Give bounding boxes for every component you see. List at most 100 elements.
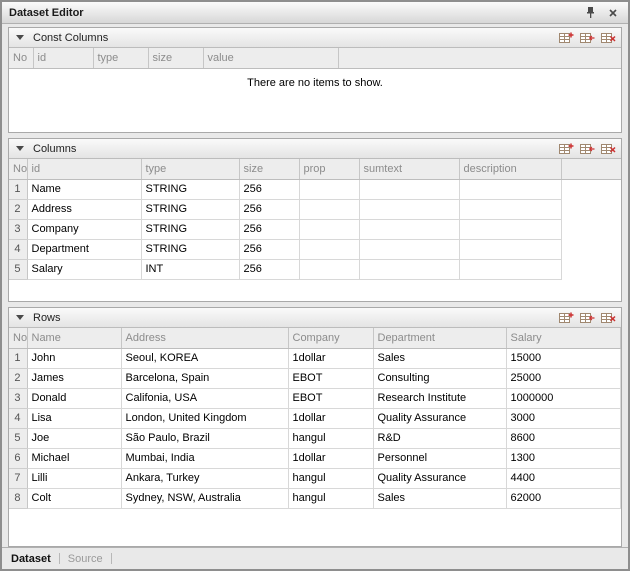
row-number-cell[interactable]: 5 (9, 259, 27, 279)
cell[interactable]: Barcelona, Spain (121, 368, 288, 388)
cell[interactable] (299, 219, 359, 239)
cell[interactable] (359, 239, 459, 259)
column-header-department[interactable]: Department (373, 328, 506, 348)
row-number-cell[interactable]: 8 (9, 488, 27, 508)
table-row[interactable]: 1JohnSeoul, KOREA1dollarSales15000 (9, 348, 621, 368)
row-number-cell[interactable]: 1 (9, 348, 27, 368)
titlebar[interactable]: Dataset Editor (2, 2, 628, 24)
cell[interactable]: Mumbai, India (121, 448, 288, 468)
cell[interactable]: Joe (27, 428, 121, 448)
cell[interactable]: Quality Assurance (373, 408, 506, 428)
cell[interactable] (459, 219, 561, 239)
cell[interactable] (299, 259, 359, 279)
column-header-salary[interactable]: Salary (506, 328, 621, 348)
column-header-no[interactable]: No (9, 48, 33, 68)
insert-row-icon[interactable] (578, 30, 596, 46)
cell[interactable]: STRING (141, 179, 239, 199)
column-header-no[interactable]: No (9, 328, 27, 348)
cell[interactable]: James (27, 368, 121, 388)
cell[interactable]: Address (27, 199, 141, 219)
cell[interactable]: Califonia, USA (121, 388, 288, 408)
table-row[interactable]: 2JamesBarcelona, SpainEBOTConsulting2500… (9, 368, 621, 388)
cell[interactable]: 1300 (506, 448, 621, 468)
cell[interactable]: Personnel (373, 448, 506, 468)
cell[interactable]: INT (141, 259, 239, 279)
cell[interactable]: London, United Kingdom (121, 408, 288, 428)
cell[interactable]: 15000 (506, 348, 621, 368)
column-header-address[interactable]: Address (121, 328, 288, 348)
cell[interactable]: hangul (288, 468, 373, 488)
cell[interactable]: Consulting (373, 368, 506, 388)
add-row-icon[interactable] (557, 30, 575, 46)
cell[interactable]: Ankara, Turkey (121, 468, 288, 488)
row-number-cell[interactable]: 6 (9, 448, 27, 468)
cell[interactable]: Lisa (27, 408, 121, 428)
cell[interactable] (459, 179, 561, 199)
cell[interactable]: Company (27, 219, 141, 239)
close-icon[interactable] (605, 5, 621, 20)
cell[interactable]: São Paulo, Brazil (121, 428, 288, 448)
cell[interactable]: Sales (373, 488, 506, 508)
row-number-cell[interactable]: 5 (9, 428, 27, 448)
cell[interactable]: EBOT (288, 388, 373, 408)
column-header-type[interactable]: type (93, 48, 148, 68)
cell[interactable]: 25000 (506, 368, 621, 388)
cell[interactable]: 256 (239, 219, 299, 239)
cell[interactable]: 1dollar (288, 408, 373, 428)
cell[interactable]: 1dollar (288, 348, 373, 368)
cell[interactable] (299, 179, 359, 199)
insert-row-icon[interactable] (578, 141, 596, 157)
cell[interactable]: 4400 (506, 468, 621, 488)
chevron-down-icon[interactable] (13, 31, 27, 45)
insert-row-icon[interactable] (578, 310, 596, 326)
cell[interactable] (359, 179, 459, 199)
tab-dataset[interactable]: Dataset (11, 553, 51, 565)
cell[interactable] (459, 199, 561, 219)
column-header-prop[interactable]: prop (299, 159, 359, 179)
table-row[interactable]: 3DonaldCalifonia, USAEBOTResearch Instit… (9, 388, 621, 408)
table-row[interactable]: 1NameSTRING256 (9, 179, 621, 199)
column-header-value[interactable]: value (203, 48, 338, 68)
table-row[interactable]: 4LisaLondon, United Kingdom1dollarQualit… (9, 408, 621, 428)
row-number-cell[interactable]: 1 (9, 179, 27, 199)
column-header-size[interactable]: size (239, 159, 299, 179)
section-header-rows[interactable]: Rows (9, 308, 621, 328)
cell[interactable] (299, 199, 359, 219)
cell[interactable]: Salary (27, 259, 141, 279)
column-header-id[interactable]: id (27, 159, 141, 179)
table-row[interactable]: 3CompanySTRING256 (9, 219, 621, 239)
row-number-cell[interactable]: 2 (9, 368, 27, 388)
delete-row-icon[interactable] (599, 141, 617, 157)
table-row[interactable]: 5JoeSão Paulo, BrazilhangulR&D8600 (9, 428, 621, 448)
cell[interactable]: Quality Assurance (373, 468, 506, 488)
cell[interactable] (359, 259, 459, 279)
cell[interactable] (359, 199, 459, 219)
cell[interactable]: 8600 (506, 428, 621, 448)
tab-source[interactable]: Source (68, 553, 103, 565)
delete-row-icon[interactable] (599, 310, 617, 326)
section-header-columns[interactable]: Columns (9, 139, 621, 159)
cell[interactable]: Department (27, 239, 141, 259)
cell[interactable]: Michael (27, 448, 121, 468)
cell[interactable]: Donald (27, 388, 121, 408)
row-number-cell[interactable]: 2 (9, 199, 27, 219)
cell[interactable]: hangul (288, 488, 373, 508)
cell[interactable]: Colt (27, 488, 121, 508)
pin-icon[interactable] (582, 5, 598, 20)
column-header-type[interactable]: type (141, 159, 239, 179)
cell[interactable]: Name (27, 179, 141, 199)
cell[interactable]: 256 (239, 179, 299, 199)
column-header-no[interactable]: No (9, 159, 27, 179)
cell[interactable]: 1dollar (288, 448, 373, 468)
cell[interactable] (359, 219, 459, 239)
row-number-cell[interactable]: 3 (9, 388, 27, 408)
cell[interactable]: John (27, 348, 121, 368)
table-row[interactable]: 6MichaelMumbai, India1dollarPersonnel130… (9, 448, 621, 468)
table-row[interactable]: 2AddressSTRING256 (9, 199, 621, 219)
row-number-cell[interactable]: 4 (9, 239, 27, 259)
cell[interactable]: Research Institute (373, 388, 506, 408)
section-header-const-columns[interactable]: Const Columns (9, 28, 621, 48)
table-row[interactable]: 8ColtSydney, NSW, AustraliahangulSales62… (9, 488, 621, 508)
cell[interactable]: 256 (239, 199, 299, 219)
column-header-name[interactable]: Name (27, 328, 121, 348)
